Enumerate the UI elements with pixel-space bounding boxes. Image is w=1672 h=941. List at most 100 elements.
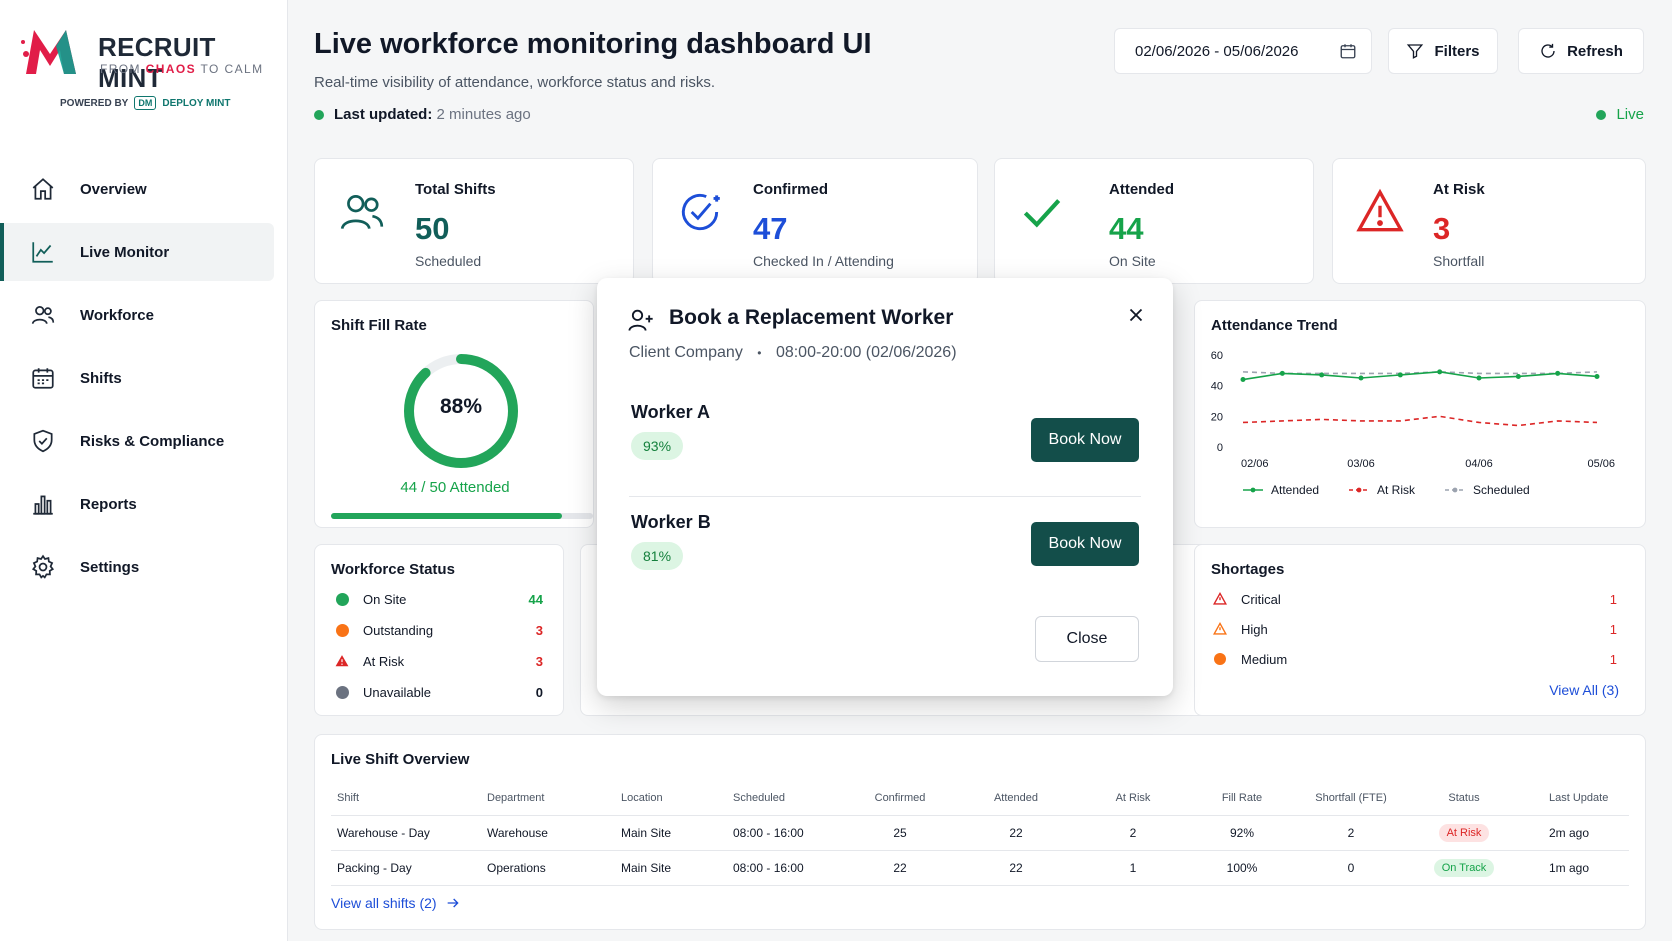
logo: RECRUIT MINT FROM CHAOS TO CALM POWERED … [20, 24, 280, 114]
stat-title: Confirmed [753, 181, 828, 198]
calendar-icon [32, 368, 54, 389]
cell-scheduled: 08:00 - 16:00 [727, 850, 847, 886]
stat-value: 3 [1433, 211, 1451, 246]
shortage-row-critical: Critical 1 [1213, 589, 1617, 609]
sidebar-item-overview[interactable]: Overview [0, 160, 274, 218]
stat-sub: Shortfall [1433, 253, 1485, 269]
view-all-shortages-link[interactable]: View All (3) [1549, 682, 1619, 698]
close-button[interactable]: Close [1035, 616, 1139, 662]
shortage-row-medium: Medium 1 [1213, 649, 1617, 669]
x-tick-label: 04/06 [1465, 458, 1493, 470]
shortages-card: Shortages Critical 1 High 1 Medium 1 Vie… [1194, 544, 1646, 716]
page-subtitle: Real-time visibility of attendance, work… [314, 74, 715, 91]
arrow-right-icon [447, 898, 459, 908]
sidebar-item-reports[interactable]: Reports [0, 475, 274, 533]
x-tick-label: 03/06 [1347, 458, 1375, 470]
y-tick-label: 60 [1211, 350, 1223, 362]
sidebar-item-workforce[interactable]: Workforce [0, 286, 274, 344]
fill-rate-attended: 44 / 50 Attended [400, 479, 510, 496]
sidebar-item-shifts[interactable]: Shifts [0, 349, 274, 407]
cell-at-risk: 1 [1079, 850, 1187, 886]
sidebar-item-live-monitor[interactable]: Live Monitor [0, 223, 274, 281]
replacement-worker-modal: Book a Replacement Worker Client Company… [597, 278, 1173, 696]
book-now-button[interactable]: Book Now [1031, 522, 1139, 566]
legend-marker [1250, 487, 1256, 493]
shortage-row-high: High 1 [1213, 619, 1617, 639]
stat-card-confirmed: Confirmed 47 Checked In / Attending [652, 158, 978, 284]
stat-sub: Scheduled [415, 253, 482, 269]
attendance-trend-card: Attendance Trend 0 20 40 60 02/06 03/06 04/06 0… [1194, 300, 1646, 528]
stat-card-attended: Attended 44 On Site [994, 158, 1314, 284]
shield-icon [33, 429, 53, 453]
data-point [1555, 370, 1561, 376]
logo-mark-icon [21, 30, 76, 74]
warning-icon [335, 655, 349, 667]
card-title: Workforce Status [331, 561, 455, 578]
table-row[interactable]: Packing - Day Operations Main Site 08:00… [331, 850, 1629, 886]
sidebar-item-settings[interactable]: Settings [0, 538, 274, 596]
refresh-icon [1541, 43, 1555, 58]
fill-rate-percent: 88% [439, 395, 483, 418]
cell-location: Main Site [615, 850, 727, 886]
attendance-trend-chart: 0 20 40 60 02/06 03/06 04/06 05/06 Attended At Ri… [1211, 350, 1615, 497]
powered-by: POWERED BY DM DEPLOY MINT [60, 96, 231, 110]
warning-outline-icon [1213, 622, 1227, 635]
cell-location: Main Site [615, 815, 727, 851]
status-badge: On Track [1433, 858, 1495, 877]
table-row[interactable]: Warehouse - Day Warehouse Main Site 08:0… [331, 815, 1629, 851]
data-point [1319, 372, 1325, 378]
gear-icon [31, 554, 55, 579]
live-shift-overview-card: Live Shift Overview Shift Department Loc… [314, 734, 1646, 930]
cell-shortfall: 2 [1297, 815, 1405, 851]
cell-department: Operations [481, 850, 615, 886]
legend-marker [1452, 487, 1458, 493]
y-tick-label: 40 [1211, 381, 1223, 393]
column-header: Confirmed [847, 781, 953, 816]
sidebar-item-risks[interactable]: Risks & Compliance [0, 412, 274, 470]
data-point [1476, 375, 1482, 381]
cell-scheduled: 08:00 - 16:00 [727, 815, 847, 851]
y-tick-label: 20 [1211, 411, 1223, 423]
workforce-status-card: Workforce Status On Site 44 Outstanding … [314, 544, 564, 716]
data-point [1358, 375, 1364, 381]
worker-match-badge: 81% [631, 542, 684, 570]
check-icon [1023, 199, 1061, 228]
column-header: Fill Rate [1187, 781, 1297, 816]
book-now-button[interactable]: Book Now [1031, 418, 1139, 462]
warning-icon [1356, 188, 1404, 232]
cell-attended: 22 [953, 850, 1079, 886]
cell-fill-rate: 100% [1187, 850, 1297, 886]
worker-name: Worker B [631, 512, 711, 532]
x-tick-label: 02/06 [1241, 458, 1269, 470]
green-dot-icon [335, 592, 349, 606]
cell-attended: 22 [953, 815, 1079, 851]
column-header: Attended [953, 781, 1079, 816]
stat-value: 47 [753, 211, 788, 246]
filters-button[interactable]: Filters [1388, 28, 1498, 74]
fill-rate-bar-track [331, 513, 593, 519]
stat-title: At Risk [1433, 181, 1485, 198]
cell-at-risk: 2 [1079, 815, 1187, 851]
legend-marker [1356, 487, 1362, 493]
cell-shift: Packing - Day [331, 850, 481, 886]
column-header: Department [481, 781, 615, 816]
stat-title: Total Shifts [415, 181, 496, 198]
table-header-row: Shift Department Location Scheduled Conf… [331, 781, 1629, 816]
data-point [1594, 373, 1600, 379]
view-all-shifts-link[interactable]: View all shifts (2) [331, 895, 461, 911]
x-tick-label: 05/06 [1587, 458, 1615, 470]
column-header: Location [615, 781, 727, 816]
users-icon [31, 306, 55, 324]
cell-confirmed: 22 [847, 850, 953, 886]
stat-value: 44 [1109, 211, 1144, 246]
brand-tagline: FROM CHAOS TO CALM [100, 62, 264, 76]
close-icon[interactable] [1125, 304, 1147, 326]
data-point [1240, 377, 1246, 383]
card-title: Live Shift Overview [331, 751, 470, 768]
modal-title: Book a Replacement Worker [669, 306, 954, 329]
calendar-icon [1340, 44, 1356, 59]
date-range-picker[interactable]: 02/06/2026 - 05/06/2026 [1114, 28, 1372, 74]
status-row-outstanding: Outstanding 3 [335, 620, 543, 640]
refresh-button[interactable]: Refresh [1518, 28, 1644, 74]
stat-title: Attended [1109, 181, 1174, 198]
